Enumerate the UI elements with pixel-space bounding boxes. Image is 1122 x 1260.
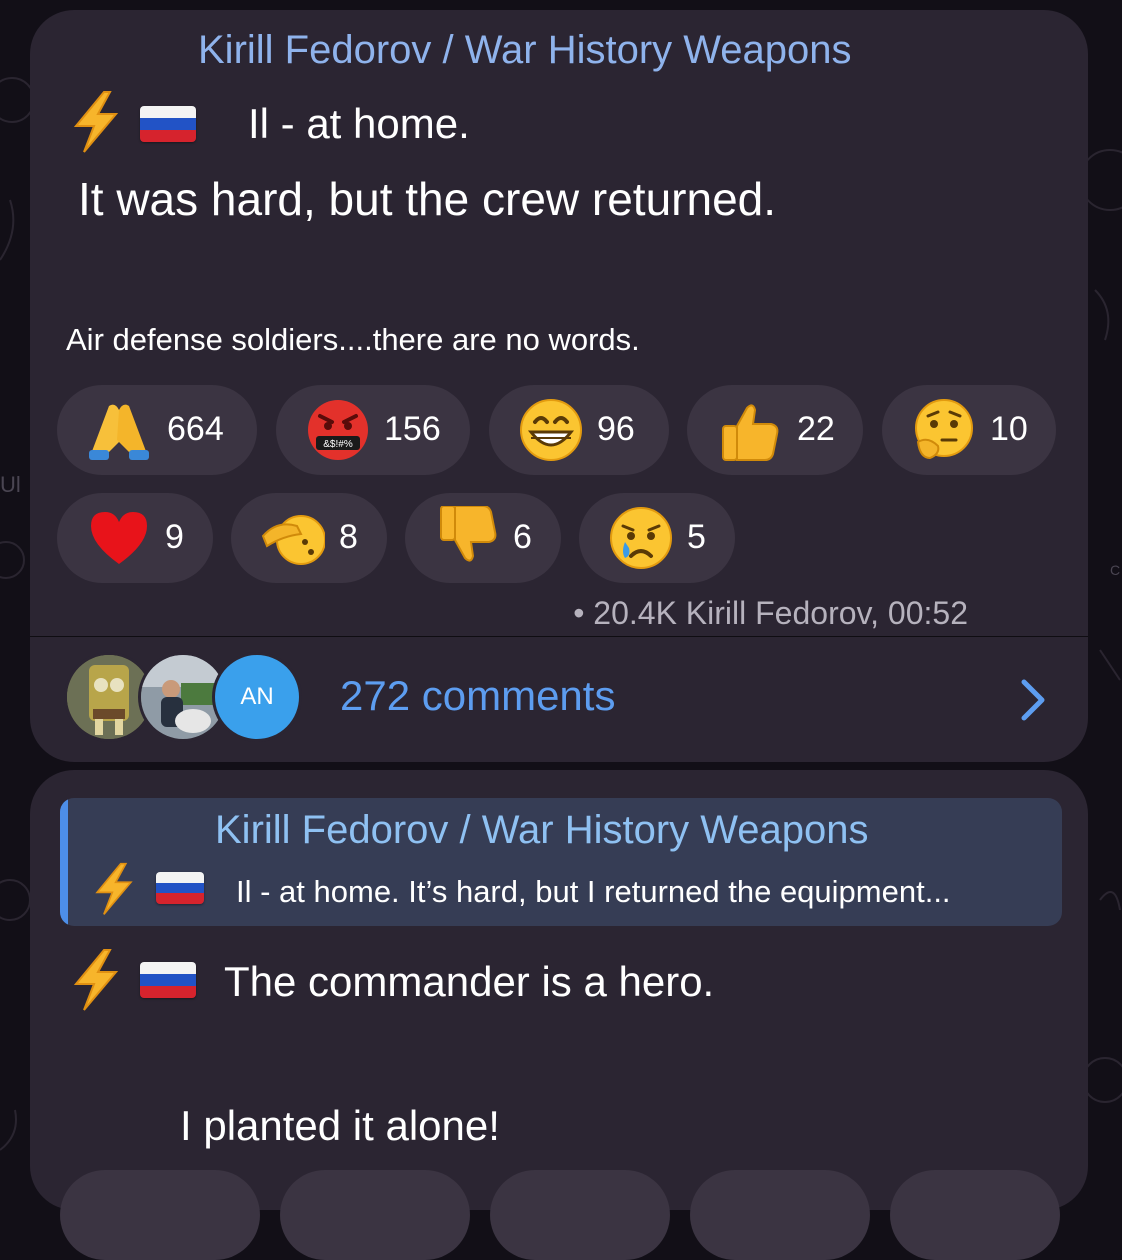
cursing-symbols: &$!#% [323,439,353,450]
channel-post[interactable]: Kirill Fedorov / War History Weapons Il … [30,770,1088,1260]
svg-text:Ul: Ul [0,472,21,497]
channel-post[interactable]: Kirill Fedorov / War History Weapons Il … [30,10,1088,762]
reaction-count: 5 [687,518,706,556]
reaction-count: 9 [165,518,184,556]
high-voltage-icon [95,862,133,915]
reaction-count: 8 [339,518,358,556]
reaction-pill-partial[interactable] [690,1170,870,1260]
quote-bar [60,798,68,926]
svg-text:C: C [1110,562,1120,578]
reaction-count: 22 [797,410,835,448]
reaction-count: 6 [513,518,532,556]
reaction-count: 156 [384,410,441,448]
reaction-count: 96 [597,410,635,448]
reaction-red-heart[interactable]: 9 [57,493,213,583]
reaction-grinning-face[interactable]: 96 [489,385,669,475]
avatar: AN [212,652,302,742]
reaction-thinking-face[interactable]: 10 [882,385,1056,475]
quote-text: Il - at home. It’s hard, but I returned … [236,874,951,909]
post-headline: Il - at home. [248,100,470,147]
thumbs-down-icon [440,506,497,562]
reaction-thumbs-down[interactable]: 6 [405,493,561,583]
crying-face-icon [610,507,672,569]
russia-flag-icon [156,872,204,904]
post-text-line: The commander is a hero. [224,958,715,1005]
folded-hands-icon [89,404,149,460]
high-voltage-icon [73,91,119,153]
reaction-folded-hands[interactable]: 664 [57,385,257,475]
reaction-crying-face[interactable]: 5 [579,493,735,583]
reaction-thumbs-up[interactable]: 22 [687,385,863,475]
red-heart-icon [91,512,147,564]
reaction-cursing-face[interactable]: &$!#% 156 [276,385,470,475]
post-text-line: Air defense soldiers....there are no wor… [66,322,640,357]
post-text-line: It was hard, but the crew returned. [78,173,777,225]
reaction-count: 10 [990,410,1028,448]
russia-flag-icon [140,962,196,998]
reaction-pill-partial[interactable] [490,1170,670,1260]
high-voltage-icon [73,949,119,1011]
post-views-author-time: • 20.4K Kirill Fedorov, 00:52 [573,595,968,631]
russia-flag-icon [140,106,196,142]
cursing-face-icon: &$!#% [308,400,368,460]
thumbs-up-icon [722,404,779,461]
post-text-line: I planted it alone! [180,1102,500,1149]
reaction-pill-partial[interactable] [280,1170,470,1260]
reply-quote[interactable]: Kirill Fedorov / War History Weapons Il … [60,798,1062,926]
comments-link[interactable]: 272 comments [340,672,615,720]
divider [30,636,1088,637]
reaction-count: 664 [167,410,224,448]
saluting-face-icon [261,515,325,565]
quote-channel-name: Kirill Fedorov / War History Weapons [215,808,869,852]
reaction-pill-partial[interactable] [890,1170,1060,1260]
channel-name[interactable]: Kirill Fedorov / War History Weapons [198,28,852,73]
avatar-initials: AN [240,683,274,710]
chevron-right-icon[interactable] [1018,678,1048,722]
reaction-pill-partial[interactable] [60,1170,260,1260]
grinning-face-icon [520,399,582,461]
reaction-saluting-face[interactable]: 8 [231,493,387,583]
thinking-face-icon [915,399,973,460]
